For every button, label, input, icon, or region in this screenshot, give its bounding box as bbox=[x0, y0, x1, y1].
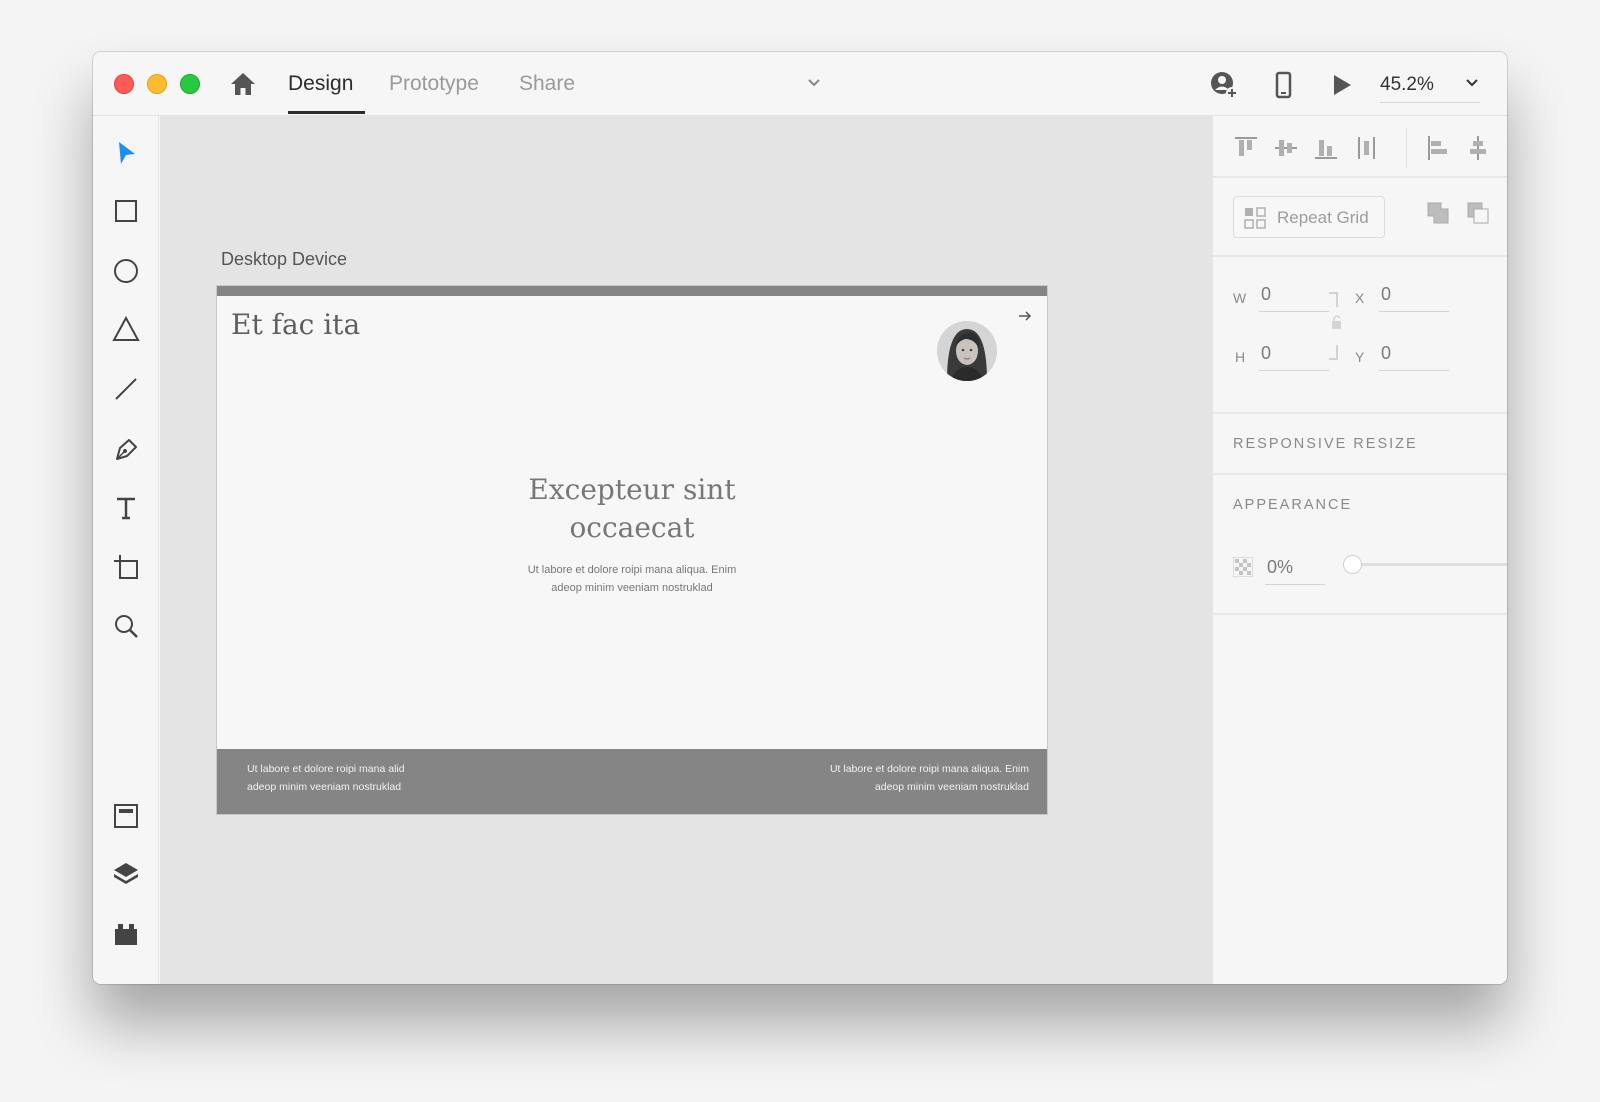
body-line: Ut labore et dolore roipi mana aliqua. E… bbox=[527, 564, 737, 576]
title-bar: Design Prototype Share 45.2% bbox=[93, 52, 1507, 116]
tab-share[interactable]: Share bbox=[519, 70, 575, 98]
footer-left-text: Ut labore et dolore roipi mana alid adeo… bbox=[247, 760, 507, 796]
artboard-footer: Ut labore et dolore roipi mana alid adeo… bbox=[217, 749, 1047, 814]
x-position-input[interactable] bbox=[1379, 278, 1449, 312]
footer-line: adeop minim veeniam nostruklad bbox=[874, 781, 1029, 793]
headline-line: Excepteur sint bbox=[528, 473, 736, 506]
footer-line: Ut labore et dolore roipi mana aliqua. E… bbox=[829, 763, 1029, 775]
select-arrow-icon[interactable] bbox=[111, 138, 141, 168]
appearance-section: APPEARANCE bbox=[1213, 475, 1507, 615]
headline-line: occaecat bbox=[569, 511, 695, 544]
invite-user-icon[interactable] bbox=[1209, 70, 1239, 100]
boolean-intersect-icon[interactable] bbox=[1505, 200, 1507, 226]
triangle-icon[interactable] bbox=[111, 314, 141, 344]
footer-line: Ut labore et dolore roipi mana alid bbox=[247, 763, 405, 775]
property-inspector: Repeat Grid W H bbox=[1212, 116, 1507, 984]
footer-right-text: Ut labore et dolore roipi mana aliqua. E… bbox=[729, 760, 1029, 796]
opacity-slider-handle[interactable] bbox=[1343, 555, 1362, 574]
artboard-label[interactable]: Desktop Device bbox=[221, 249, 347, 270]
artboard-icon[interactable] bbox=[111, 552, 141, 582]
layers-icon[interactable] bbox=[111, 860, 141, 890]
chevron-down-icon[interactable] bbox=[805, 74, 823, 92]
pen-icon[interactable] bbox=[111, 434, 141, 464]
align-middle-icon[interactable] bbox=[1273, 134, 1299, 162]
align-left-icon[interactable] bbox=[1425, 134, 1451, 162]
home-icon[interactable] bbox=[229, 70, 257, 98]
alignment-divider bbox=[1406, 128, 1407, 168]
lock-aspect-icon[interactable] bbox=[1327, 291, 1341, 361]
artboard-body-text: Ut labore et dolore roipi mana aliqua. E… bbox=[482, 561, 782, 597]
grid-icon bbox=[1244, 207, 1266, 229]
play-preview-icon[interactable] bbox=[1326, 70, 1356, 100]
align-bottom-icon[interactable] bbox=[1313, 134, 1339, 162]
zoom-window-button[interactable] bbox=[180, 74, 200, 94]
arrow-right-icon[interactable] bbox=[1017, 308, 1033, 324]
x-label: X bbox=[1355, 290, 1366, 306]
responsive-resize-section: RESPONSIVE RESIZE bbox=[1213, 414, 1507, 475]
design-canvas[interactable]: Desktop Device Et fac ita Excepteur sint… bbox=[160, 116, 1212, 984]
boolean-subtract-icon[interactable] bbox=[1465, 200, 1491, 226]
repeat-grid-section: Repeat Grid bbox=[1213, 178, 1507, 257]
plugins-icon[interactable] bbox=[111, 919, 141, 949]
height-input[interactable] bbox=[1259, 337, 1329, 371]
active-tab-indicator bbox=[288, 111, 365, 114]
responsive-resize-label: RESPONSIVE RESIZE bbox=[1233, 436, 1418, 452]
zoom-level[interactable]: 45.2% bbox=[1380, 72, 1434, 98]
y-position-input[interactable] bbox=[1379, 337, 1449, 371]
avatar bbox=[937, 321, 997, 381]
device-preview-icon[interactable] bbox=[1268, 70, 1298, 100]
line-icon[interactable] bbox=[111, 374, 141, 404]
opacity-input[interactable] bbox=[1265, 551, 1325, 585]
y-label: Y bbox=[1355, 349, 1366, 365]
width-input[interactable] bbox=[1259, 278, 1329, 312]
boolean-add-icon[interactable] bbox=[1425, 200, 1451, 226]
artboard-top-bar bbox=[217, 286, 1047, 296]
align-center-icon[interactable] bbox=[1465, 134, 1491, 162]
assets-icon[interactable] bbox=[111, 801, 141, 831]
height-label: H bbox=[1235, 349, 1247, 365]
appearance-label: APPEARANCE bbox=[1233, 497, 1353, 513]
align-top-icon[interactable] bbox=[1233, 134, 1259, 162]
ellipse-icon[interactable] bbox=[111, 256, 141, 286]
tools-toolbar bbox=[93, 116, 159, 984]
body-line: adeop minim veeniam nostruklad bbox=[551, 582, 713, 594]
artboard-brand-title: Et fac ita bbox=[231, 308, 361, 341]
portrait-image bbox=[937, 321, 997, 381]
transform-section: W H X Y bbox=[1213, 257, 1507, 414]
opacity-checker-icon bbox=[1233, 557, 1253, 577]
tab-design[interactable]: Design bbox=[288, 70, 353, 98]
footer-line: adeop minim veeniam nostruklad bbox=[247, 781, 402, 793]
repeat-grid-label: Repeat Grid bbox=[1277, 208, 1369, 227]
text-icon[interactable] bbox=[111, 493, 141, 523]
artboard-desktop[interactable]: Et fac ita Excepteur sint occaecat Ut la… bbox=[217, 286, 1047, 814]
tab-prototype[interactable]: Prototype bbox=[389, 70, 479, 98]
repeat-grid-button[interactable]: Repeat Grid bbox=[1233, 196, 1385, 238]
zoom-chevron-down-icon[interactable] bbox=[1463, 74, 1481, 92]
width-label: W bbox=[1233, 290, 1248, 306]
close-window-button[interactable] bbox=[114, 74, 134, 94]
alignment-section bbox=[1213, 116, 1507, 178]
zoom-search-icon[interactable] bbox=[111, 611, 141, 641]
minimize-window-button[interactable] bbox=[147, 74, 167, 94]
app-window: Design Prototype Share 45.2% Desktop Dev… bbox=[93, 52, 1507, 984]
artboard-headline: Excepteur sint occaecat bbox=[432, 471, 832, 547]
zoom-underline bbox=[1380, 102, 1480, 103]
opacity-slider[interactable] bbox=[1343, 555, 1507, 574]
align-right-icon[interactable] bbox=[1505, 134, 1507, 162]
distribute-horizontal-icon[interactable] bbox=[1353, 134, 1379, 162]
rectangle-icon[interactable] bbox=[111, 196, 141, 226]
